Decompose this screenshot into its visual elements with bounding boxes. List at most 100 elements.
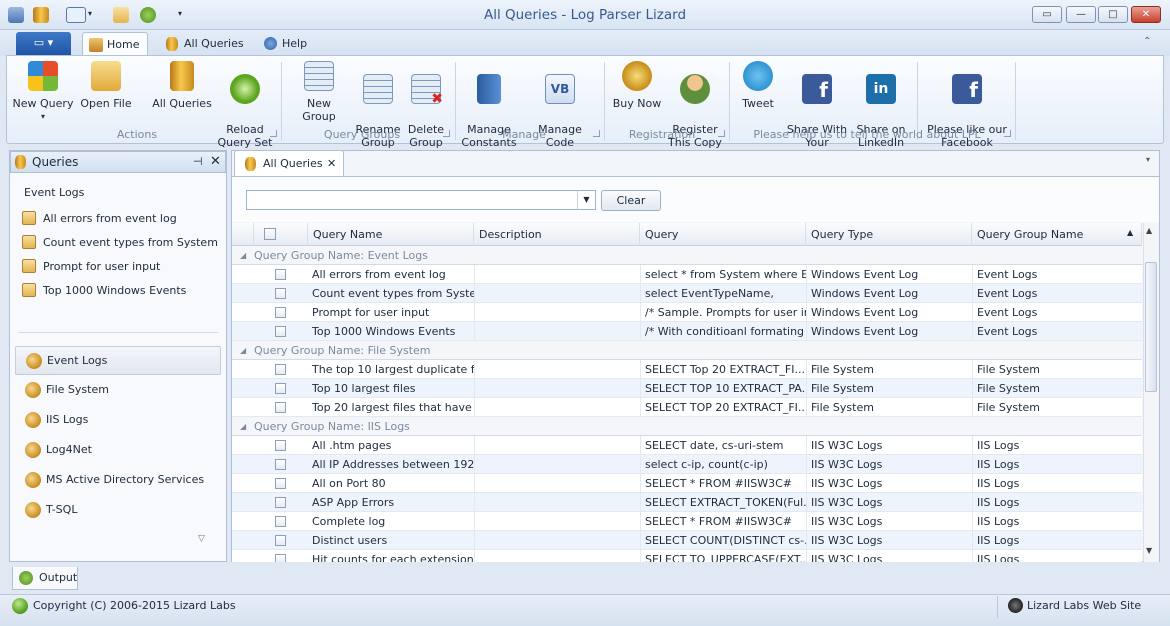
share-linkedin-button[interactable]: in Share on LinkedIn [853, 61, 909, 162]
row-checkbox[interactable] [275, 440, 286, 451]
table-row[interactable]: Count event types from System select Even… [232, 284, 1142, 303]
clear-button[interactable]: Clear [601, 190, 661, 211]
register-button[interactable]: Register This Copy [668, 61, 722, 162]
table-row[interactable]: ASP App Errors SELECT EXTRACT_TOKEN(Ful..… [232, 493, 1142, 512]
dialog-launcher-icon[interactable] [593, 130, 600, 137]
rename-group-button[interactable]: Rename Group [353, 61, 403, 162]
manage-constants-button[interactable]: Manage Constants [461, 61, 517, 162]
new-group-button[interactable]: New Group [289, 61, 349, 123]
new-query-button[interactable]: New Query ▾ [12, 61, 74, 123]
tab-home[interactable]: Home [82, 32, 149, 56]
scroll-down-icon[interactable]: ▽ [198, 534, 205, 544]
table-row[interactable]: Top 10 largest files SELECT TOP 10 EXTRAC… [232, 379, 1142, 398]
table-row[interactable]: All IP Addresses between 192.... select c… [232, 455, 1142, 474]
row-checkbox[interactable] [275, 364, 286, 375]
group-separator [455, 62, 456, 140]
maximize-button[interactable]: □ [1098, 6, 1128, 23]
buy-now-button[interactable]: Buy Now [612, 61, 662, 110]
row-checkbox[interactable] [275, 535, 286, 546]
header-description[interactable]: Description [474, 223, 640, 246]
dialog-launcher-icon[interactable] [443, 130, 450, 137]
table-cell: /* With conditioanl formating ... [640, 322, 806, 341]
table-row[interactable]: All .htm pages SELECT date, cs-uri-stem II… [232, 436, 1142, 455]
scroll-up-icon[interactable]: ▲ [1146, 226, 1152, 235]
row-checkbox[interactable] [275, 554, 286, 562]
row-checkbox[interactable] [275, 288, 286, 299]
dialog-launcher-icon[interactable] [270, 130, 277, 137]
query-item[interactable]: Top 1000 Windows Events [22, 283, 186, 298]
close-panel-icon[interactable]: ✕ [210, 152, 221, 172]
group-ms-ad[interactable]: MS Active Directory Services [15, 466, 221, 495]
query-item[interactable]: Prompt for user input [22, 259, 160, 274]
web-site-link[interactable]: Lizard Labs Web Site [1027, 599, 1141, 612]
web-site-icon[interactable] [1008, 598, 1023, 613]
delete-group-button[interactable]: ✖ Delete Group [404, 61, 448, 162]
table-row[interactable]: The top 10 largest duplicate files SELECT… [232, 360, 1142, 379]
header-query[interactable]: Query [640, 223, 806, 246]
output-tab[interactable]: Output [12, 567, 78, 590]
query-item[interactable]: All errors from event log [22, 211, 177, 226]
collapse-group-icon[interactable]: ◢ [240, 246, 246, 265]
row-checkbox[interactable] [275, 402, 286, 413]
table-row[interactable]: Distinct users SELECT COUNT(DISTINCT cs-.… [232, 531, 1142, 550]
restore-icon[interactable]: ▭ [1032, 6, 1062, 23]
header-query-group-name[interactable]: Query Group Name [972, 223, 1142, 246]
tweet-button[interactable]: Tweet [736, 61, 780, 110]
row-checkbox[interactable] [275, 307, 286, 318]
group-row[interactable]: ◢ Query Group Name: Event Logs [232, 246, 1142, 265]
close-tab-icon[interactable]: ✕ [327, 151, 336, 176]
tab-help[interactable]: Help [258, 32, 315, 56]
row-checkbox[interactable] [275, 269, 286, 280]
application-menu-button[interactable]: ▭ ▾ [16, 32, 71, 55]
table-cell: IIS Logs [972, 436, 1142, 455]
group-file-system[interactable]: File System [15, 376, 221, 405]
scroll-down-icon[interactable]: ▼ [1146, 546, 1152, 555]
row-checkbox[interactable] [275, 516, 286, 527]
tab-list-icon[interactable]: ▾ [1146, 155, 1150, 164]
header-query-type[interactable]: Query Type [806, 223, 972, 246]
group-event-logs[interactable]: Event Logs [15, 346, 221, 375]
combo-dropdown-icon[interactable]: ▼ [577, 191, 595, 209]
group-t-sql[interactable]: T-SQL [15, 496, 221, 525]
row-checkbox[interactable] [275, 478, 286, 489]
group-iis-logs[interactable]: IIS Logs [15, 406, 221, 435]
dialog-launcher-icon[interactable] [1004, 130, 1011, 137]
scrollbar-thumb[interactable] [1145, 262, 1157, 392]
table-cell: Complete log [312, 515, 386, 528]
reload-query-set-button[interactable]: Reload Query Set [215, 61, 275, 162]
open-file-button[interactable]: Open File [78, 61, 134, 110]
collapse-ribbon-icon[interactable]: ⌃ [1143, 36, 1151, 47]
buy-now-label: Buy Now [612, 97, 662, 110]
select-all-checkbox[interactable] [264, 228, 276, 240]
table-cell: File System [972, 360, 1142, 379]
group-log4net[interactable]: Log4Net [15, 436, 221, 465]
header-query-name[interactable]: Query Name [308, 223, 474, 246]
group-row[interactable]: ◢ Query Group Name: IIS Logs [232, 417, 1142, 436]
select-all-header[interactable] [254, 223, 308, 246]
collapse-group-icon[interactable]: ◢ [240, 417, 246, 436]
all-queries-tab[interactable]: All Queries ✕ [234, 150, 344, 177]
query-item[interactable]: Count event types from System [22, 235, 218, 250]
table-row[interactable]: Top 20 largest files that have ... SELECT… [232, 398, 1142, 417]
all-queries-button[interactable]: All Queries [152, 61, 212, 110]
pin-icon[interactable]: ⊣ [193, 152, 203, 172]
table-row[interactable]: All on Port 80 SELECT * FROM #IISW3C# IIS … [232, 474, 1142, 493]
row-checkbox[interactable] [275, 497, 286, 508]
row-checkbox[interactable] [275, 383, 286, 394]
table-row[interactable]: Complete log SELECT * FROM #IISW3C# IIS W3… [232, 512, 1142, 531]
collapse-group-icon[interactable]: ◢ [240, 341, 246, 360]
group-row[interactable]: ◢ Query Group Name: File System [232, 341, 1142, 360]
table-cell: IIS W3C Logs [806, 531, 972, 550]
tab-all-queries[interactable]: All Queries [160, 32, 252, 56]
dialog-launcher-icon[interactable] [718, 130, 725, 137]
minimize-button[interactable]: — [1066, 6, 1096, 23]
row-checkbox[interactable] [275, 459, 286, 470]
reload-icon [230, 74, 260, 104]
table-row[interactable]: Top 1000 Windows Events /* With conditioa… [232, 322, 1142, 341]
table-row[interactable]: Prompt for user input /* Sample. Prompts … [232, 303, 1142, 322]
query-filter-combo[interactable] [246, 190, 596, 210]
close-button[interactable]: ✕ [1131, 6, 1161, 23]
table-row[interactable]: All errors from event log select * from S… [232, 265, 1142, 284]
row-checkbox[interactable] [275, 326, 286, 337]
table-row[interactable]: Hit counts for each extension SELECT TO_U… [232, 550, 1142, 562]
